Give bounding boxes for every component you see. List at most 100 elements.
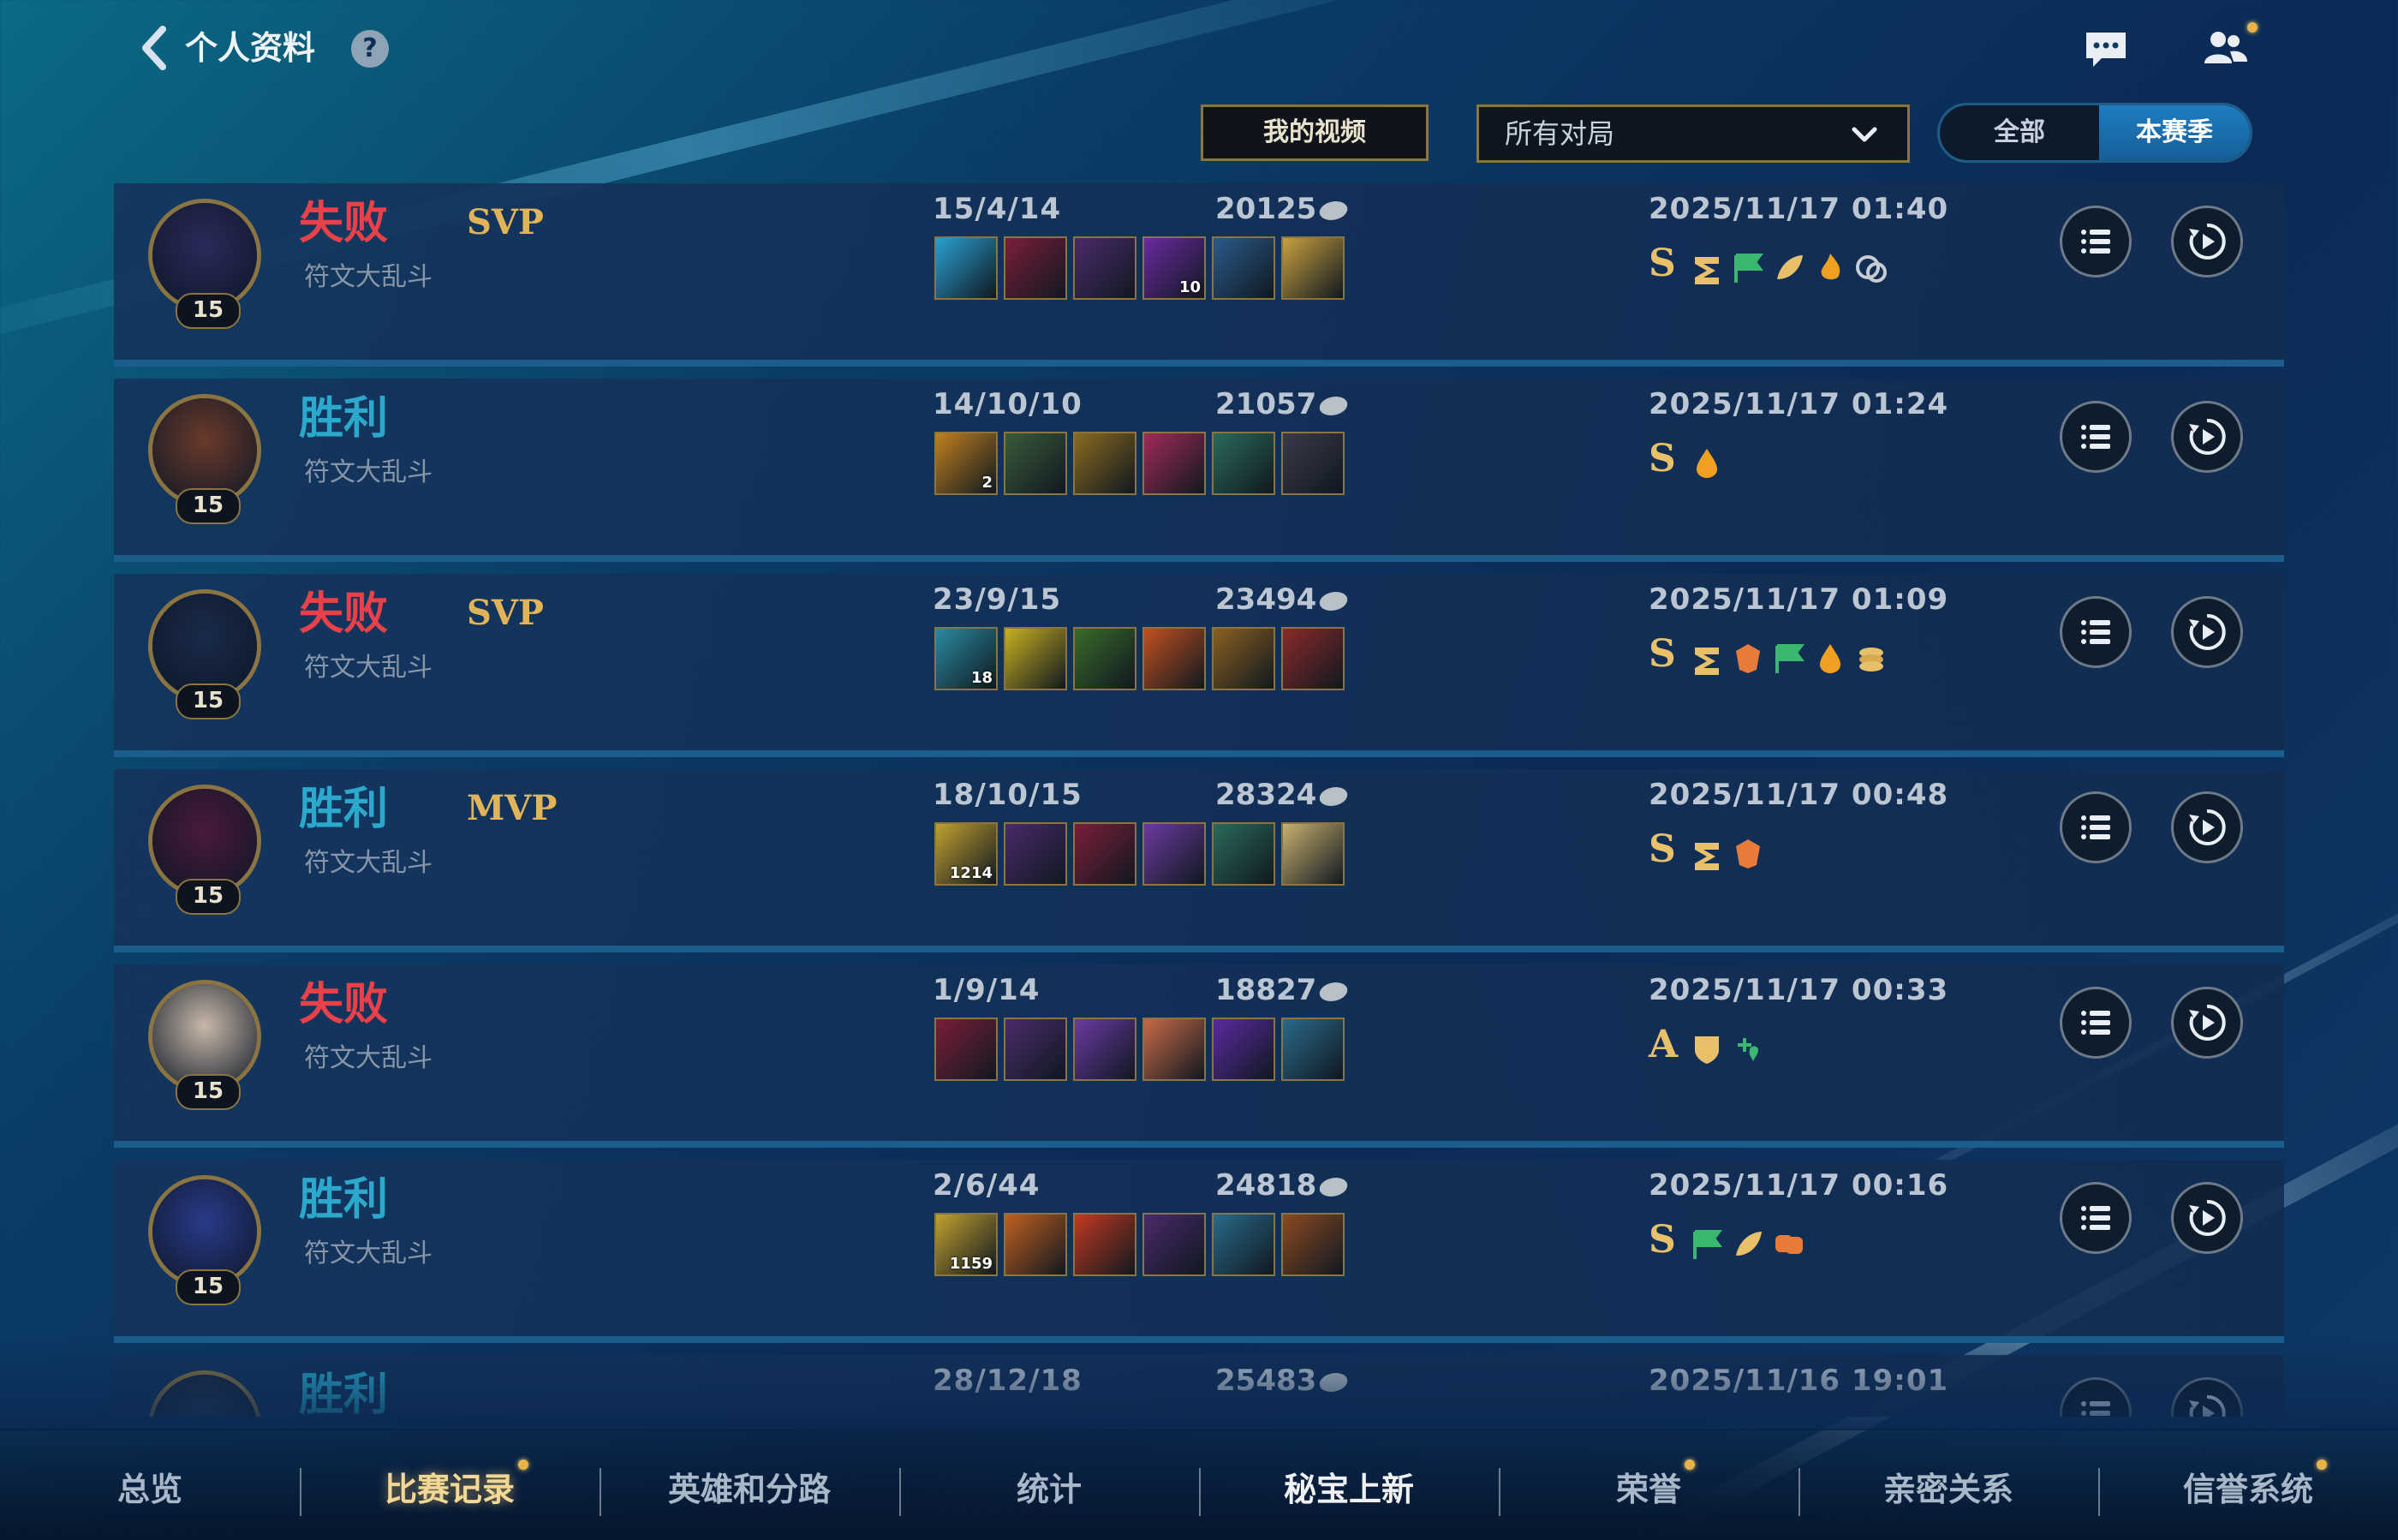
match-date: 2025/11/17 01:24 [1649,387,1949,421]
item-slot [1212,627,1275,690]
nav-tab-4[interactable]: 统计 [899,1466,1199,1513]
item-slot [1004,1018,1067,1081]
nav-tab-3[interactable]: 英雄和分路 [600,1466,899,1513]
grade-badge: S [1649,242,1676,285]
match-row[interactable]: 15 失败 符文大乱斗 1/9/14 18827 2025/11/17 00:33 A [114,964,2284,1148]
match-result: 胜利 [299,1174,389,1226]
grade-badge: S [1649,827,1676,871]
match-row[interactable]: 15 胜利 符文大乱斗 MVP 18/10/15 28324 1214 2025/11/17 … [114,769,2284,952]
replay-button[interactable] [2171,1377,2243,1417]
item-slot [1142,822,1206,886]
three-icon [1695,257,1719,284]
question-icon[interactable]: ? [351,30,389,68]
back-button[interactable] [137,24,171,72]
replay-button[interactable] [2171,791,2243,863]
match-row[interactable]: 胜利 28/12/18 25483 2025/11/16 19:01 [114,1355,2284,1417]
kda: 2/6/44 [933,1168,1041,1203]
nav-tab-6[interactable]: 荣誉 [1499,1466,1798,1513]
notification-dot [2317,1459,2327,1470]
replay-icon [2189,1004,2226,1041]
gold-earned: 20125 [1215,192,1351,226]
item-slot [1004,432,1067,495]
item-slot [1073,822,1136,886]
item-slot [1212,236,1275,300]
replay-button[interactable] [2171,206,2243,278]
coin-icon [1317,396,1351,415]
coin-link-icon [1856,255,1887,283]
match-detail-button[interactable] [2060,791,2132,863]
item-slot [1281,432,1345,495]
list-icon [2081,230,2110,254]
game-mode: 符文大乱斗 [304,457,432,487]
replay-button[interactable] [2171,401,2243,473]
nav-tab-label: 统计 [1016,1471,1082,1508]
gold-value: 28324 [1215,778,1317,812]
match-detail-button[interactable] [2060,596,2132,668]
level-badge: 15 [176,1269,241,1305]
nav-tab-5[interactable]: 秘宝上新 [1199,1466,1499,1513]
match-date: 2025/11/17 00:33 [1649,973,1949,1007]
chat-bubble-icon[interactable] [2083,29,2129,70]
champion-portrait [152,203,257,307]
replay-button[interactable] [2171,596,2243,668]
item-slot [1004,1213,1067,1276]
item-slot [1281,236,1345,300]
gold-earned: 21057 [1215,387,1351,421]
item-slot: 2 [934,432,998,495]
nav-tab-1[interactable]: 总览 [0,1466,300,1513]
flag-icon [1693,1230,1722,1259]
nav-tab-7[interactable]: 亲密关系 [1798,1466,2098,1513]
nav-separator [300,1468,301,1516]
match-row[interactable]: 15 胜利 符文大乱斗 2/6/44 24818 1159 2025/11/17 00:16… [114,1160,2284,1343]
nav-separator [2098,1468,2100,1516]
chevron-left-icon [142,26,166,70]
award-badge: SVP [467,202,544,242]
replay-icon [2189,1394,2226,1417]
replay-icon [2189,1199,2226,1236]
match-detail-button[interactable] [2060,206,2132,278]
match-list[interactable]: 15 失败 符文大乱斗 SVP 15/4/14 20125 10 2025/11/17 01:… [114,183,2284,1417]
gold-earned: 25483 [1215,1364,1351,1398]
champion-portrait [152,1179,257,1284]
match-filter-select[interactable]: 所有对局 [1476,104,1910,163]
coin-icon [1317,786,1351,806]
gold-value: 25483 [1215,1364,1317,1398]
item-slot [1142,432,1206,495]
toggle-season[interactable]: 本赛季 [2099,105,2250,160]
item-slot: 1214 [934,822,998,886]
level-badge: 15 [176,488,241,524]
match-row[interactable]: 15 失败 符文大乱斗 SVP 23/9/15 23494 18 2025/11/17 01:… [114,574,2284,757]
match-result: 胜利 [299,393,389,445]
toggle-all[interactable]: 全部 [1940,105,2099,160]
replay-button[interactable] [2171,987,2243,1059]
link-icon [1775,1235,1803,1254]
nav-tab-8[interactable]: 信誉系统 [2098,1466,2398,1513]
kda: 28/12/18 [933,1364,1083,1398]
item-slot [1004,627,1067,690]
season-toggle[interactable]: 全部 本赛季 [1937,103,2252,163]
match-result: 失败 [299,979,389,1030]
replay-button[interactable] [2171,1182,2243,1254]
item-slot [1281,627,1345,690]
coins-icon [1859,648,1883,672]
match-row[interactable]: 15 失败 符文大乱斗 SVP 15/4/14 20125 10 2025/11/17 01:… [114,183,2284,367]
kda: 23/9/15 [933,582,1062,617]
nav-tab-2[interactable]: 比赛记录 [300,1466,600,1513]
item-stack-count: 18 [970,669,993,687]
match-detail-button[interactable] [2060,401,2132,473]
match-row[interactable]: 15 胜利 符文大乱斗 14/10/10 21057 2 2025/11/17 01:24 S [114,379,2284,562]
list-icon [2081,620,2110,644]
match-date: 2025/11/17 00:48 [1649,778,1949,812]
champion-portrait [152,594,257,698]
level-badge: 15 [176,879,241,915]
friends-icon[interactable] [2199,26,2251,69]
item-stack-count: 1159 [949,1255,993,1273]
match-detail-button[interactable] [2060,987,2132,1059]
match-detail-button[interactable] [2060,1377,2132,1417]
list-icon [2081,425,2110,449]
my-videos-button[interactable]: 我的视频 [1201,104,1429,161]
item-stack-count: 2 [981,474,993,492]
notification-dot [518,1459,528,1470]
replay-icon [2189,613,2226,650]
match-detail-button[interactable] [2060,1182,2132,1254]
